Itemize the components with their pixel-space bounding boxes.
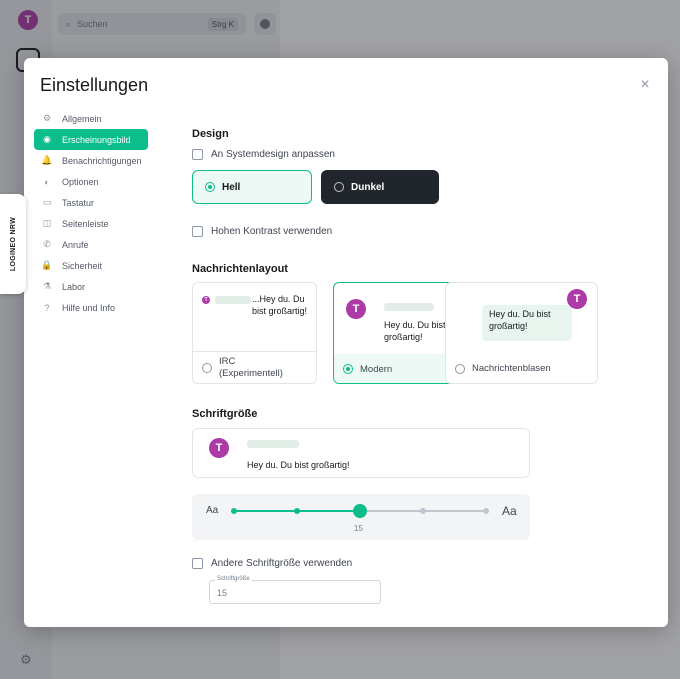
font-size-slider[interactable] xyxy=(192,494,530,540)
nav-item-toggle[interactable]: ◐ Optionen xyxy=(34,171,148,192)
font-preview-sender xyxy=(247,440,299,448)
nav-item-eye[interactable]: ◉ Erscheinungsbild xyxy=(34,129,148,150)
irc-preview-text: ...Hey du. Du bist großartig! xyxy=(252,294,308,316)
font-preview-avatar: T xyxy=(209,438,229,458)
font-size-field-value: 15 xyxy=(217,588,228,598)
font-size-heading: Schriftgröße xyxy=(192,408,258,420)
font-size-preview: T Hey du. Du bist großartig! xyxy=(192,428,530,478)
irc-avatar: T xyxy=(202,296,210,304)
high-contrast-checkbox-row[interactable]: Hohen Kontrast verwenden xyxy=(192,226,332,237)
slider-thumb[interactable] xyxy=(353,504,367,518)
design-heading: Design xyxy=(192,128,229,140)
nav-item-label: Sicherheit xyxy=(62,260,103,271)
modern-sender-name xyxy=(384,303,434,311)
nav-item-label: Tastatur xyxy=(62,197,95,208)
irc-footer: IRC (Experimentell) xyxy=(193,351,316,383)
nav-item-label: Anrufe xyxy=(62,239,89,250)
theme-options: Hell Dunkel xyxy=(192,170,439,204)
nav-item-bell[interactable]: 🔔 Benachrichtigungen xyxy=(34,150,148,171)
slider-value: 15 xyxy=(354,524,363,533)
nav-item-label: Benachrichtigungen xyxy=(62,155,142,166)
bubble-avatar: T xyxy=(567,289,587,309)
high-contrast-checkbox[interactable] xyxy=(192,226,203,237)
irc-label: IRC (Experimentell) xyxy=(219,355,283,379)
layout-bubble-option[interactable]: Hey du. Du bist großartig! T Nachrichten… xyxy=(445,282,598,384)
settings-dialog: Einstellungen × ⚙ Allgemein ◉ Erscheinungsb… xyxy=(24,58,668,627)
nav-item-help[interactable]: ? Hilfe und Info xyxy=(34,297,148,318)
nav-item-gear[interactable]: ⚙ Allgemein xyxy=(34,108,148,129)
keyboard-icon: ▭ xyxy=(42,197,52,207)
nav-item-label: Hilfe und Info xyxy=(62,302,116,313)
gear-icon: ⚙ xyxy=(42,113,52,123)
slider-tick xyxy=(294,508,300,514)
slider-large-label: Aa xyxy=(502,504,517,518)
bubble-radio[interactable] xyxy=(455,363,465,374)
nav-item-label: Erscheinungsbild xyxy=(62,134,131,145)
modern-label: Modern xyxy=(360,363,393,375)
toggle-icon: ◐ xyxy=(44,176,50,187)
font-size-field-label: Schriftgröße xyxy=(215,576,252,582)
help-icon: ? xyxy=(44,302,50,313)
font-size-slider-box: Aa 15 Aa xyxy=(192,494,530,540)
close-button[interactable]: × xyxy=(636,76,654,94)
bell-icon: 🔔 xyxy=(41,155,53,165)
theme-light-option[interactable]: Hell xyxy=(192,170,312,204)
dialog-title: Einstellungen xyxy=(40,75,149,95)
bubble-preview-text: Hey du. Du bist großartig! xyxy=(489,309,551,331)
flask-icon: ⚗ xyxy=(42,281,52,291)
theme-dark-label: Dunkel xyxy=(351,181,385,193)
system-theme-checkbox-row[interactable]: An Systemdesign anpassen xyxy=(192,149,335,160)
theme-dark-radio[interactable] xyxy=(334,182,344,192)
logineo-widget[interactable]: LOGINEO NRW xyxy=(0,194,26,294)
theme-light-label: Hell xyxy=(222,181,241,193)
system-theme-label: An Systemdesign anpassen xyxy=(211,149,335,160)
bubble-label: Nachrichtenblasen xyxy=(472,363,551,374)
sidebar-icon: ◫ xyxy=(42,218,52,228)
nav-item-label: Seitenleiste xyxy=(62,218,109,229)
custom-font-size-label: Andere Schriftgröße verwenden xyxy=(211,558,353,569)
theme-light-radio[interactable] xyxy=(205,182,215,192)
layout-modern-option[interactable]: T Hey du. Du bist großartig! Modern xyxy=(333,282,458,384)
custom-font-size-checkbox[interactable] xyxy=(192,558,203,569)
lock-icon: 🔒 xyxy=(41,260,53,270)
nav-item-keyboard[interactable]: ▭ Tastatur xyxy=(34,192,148,213)
settings-nav: ⚙ Allgemein ◉ Erscheinungsbild 🔔 Benachrichti… xyxy=(34,108,148,318)
phone-icon: ✆ xyxy=(43,239,51,249)
irc-sender-name xyxy=(215,296,251,304)
layout-heading: Nachrichtenlayout xyxy=(192,263,288,275)
nav-item-label: Optionen xyxy=(62,176,99,187)
slider-tick xyxy=(483,508,489,514)
layout-irc-option[interactable]: T ...Hey du. Du bist großartig! IRC (Exp… xyxy=(192,282,317,384)
irc-radio[interactable] xyxy=(202,362,212,373)
nav-item-phone[interactable]: ✆ Anrufe xyxy=(34,234,148,255)
nav-item-flask[interactable]: ⚗ Labor xyxy=(34,276,148,297)
high-contrast-label: Hohen Kontrast verwenden xyxy=(211,226,333,237)
nav-item-label: Labor xyxy=(62,281,86,292)
modern-avatar: T xyxy=(346,299,366,319)
font-size-field[interactable]: Schriftgröße 15 xyxy=(209,576,381,604)
font-preview-text: Hey du. Du bist großartig! xyxy=(247,460,350,470)
eye-icon: ◉ xyxy=(43,134,51,144)
modern-radio[interactable] xyxy=(343,364,353,374)
logineo-label: LOGINEO NRW xyxy=(9,216,17,272)
custom-font-size-checkbox-row[interactable]: Andere Schriftgröße verwenden xyxy=(192,558,352,569)
system-theme-checkbox[interactable] xyxy=(192,149,203,160)
nav-item-lock[interactable]: 🔒 Sicherheit xyxy=(34,255,148,276)
nav-item-label: Allgemein xyxy=(62,113,102,124)
slider-tick xyxy=(420,508,426,514)
modern-footer: Modern xyxy=(334,354,457,383)
theme-dark-option[interactable]: Dunkel xyxy=(321,170,439,204)
bubble-footer: Nachrichtenblasen xyxy=(446,354,597,383)
nav-item-sidebar[interactable]: ◫ Seitenleiste xyxy=(34,213,148,234)
slider-tick xyxy=(231,508,237,514)
